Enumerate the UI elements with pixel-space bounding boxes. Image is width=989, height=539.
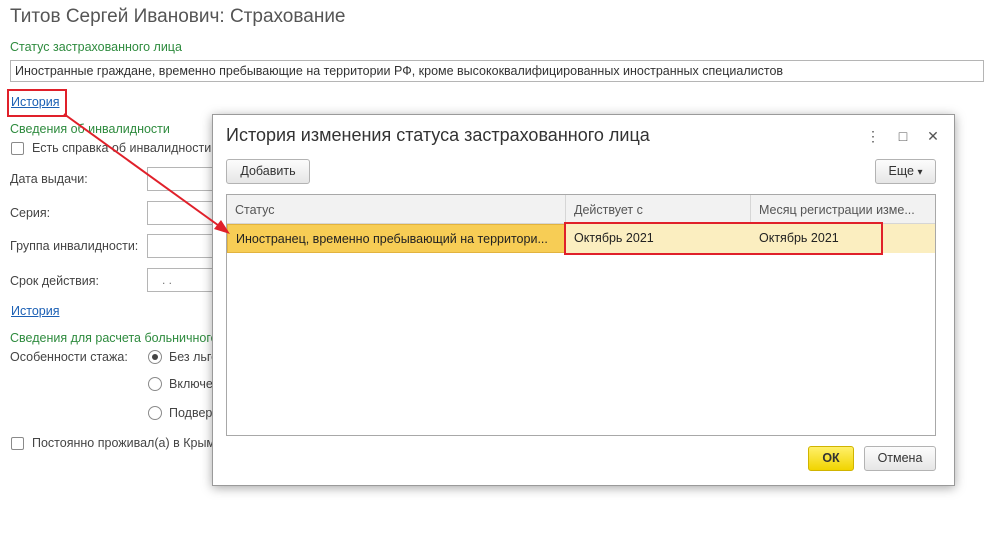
- annotation-arrow-icon: [63, 113, 230, 234]
